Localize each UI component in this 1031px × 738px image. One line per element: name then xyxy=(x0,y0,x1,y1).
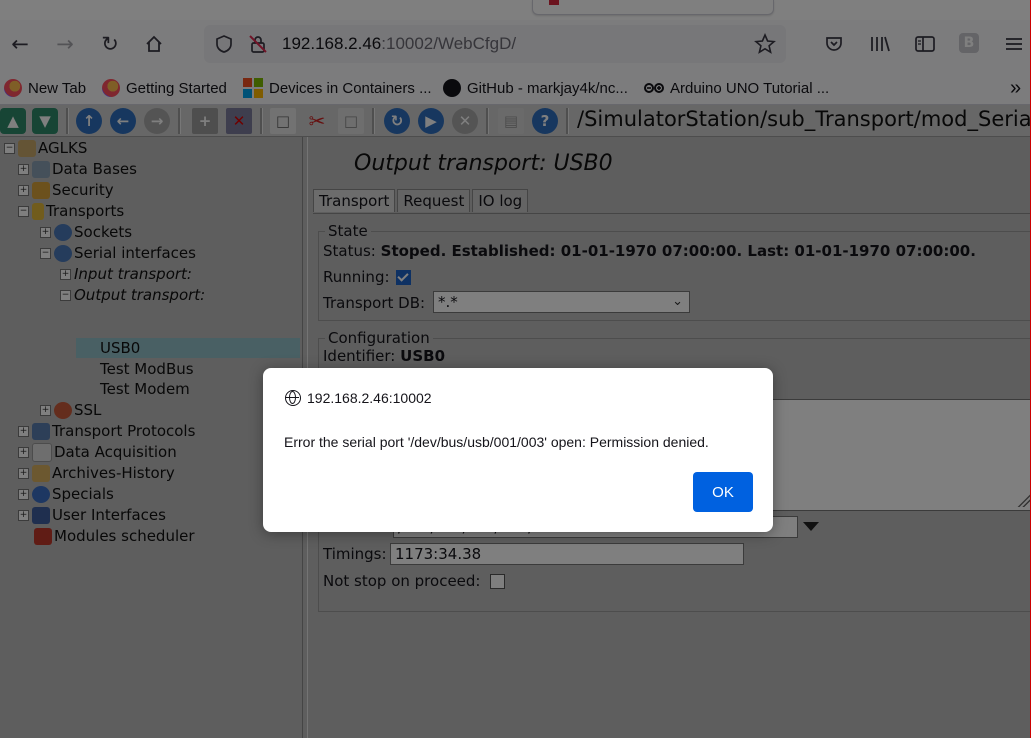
alert-dialog: 192.168.2.46:10002 Error the serial port… xyxy=(263,368,773,532)
globe-icon xyxy=(285,390,301,406)
ok-button[interactable]: OK xyxy=(693,472,753,512)
dialog-origin-text: 192.168.2.46:10002 xyxy=(307,390,432,406)
dialog-message: Error the serial port '/dev/bus/usb/001/… xyxy=(284,434,709,450)
dialog-origin: 192.168.2.46:10002 xyxy=(285,390,432,406)
